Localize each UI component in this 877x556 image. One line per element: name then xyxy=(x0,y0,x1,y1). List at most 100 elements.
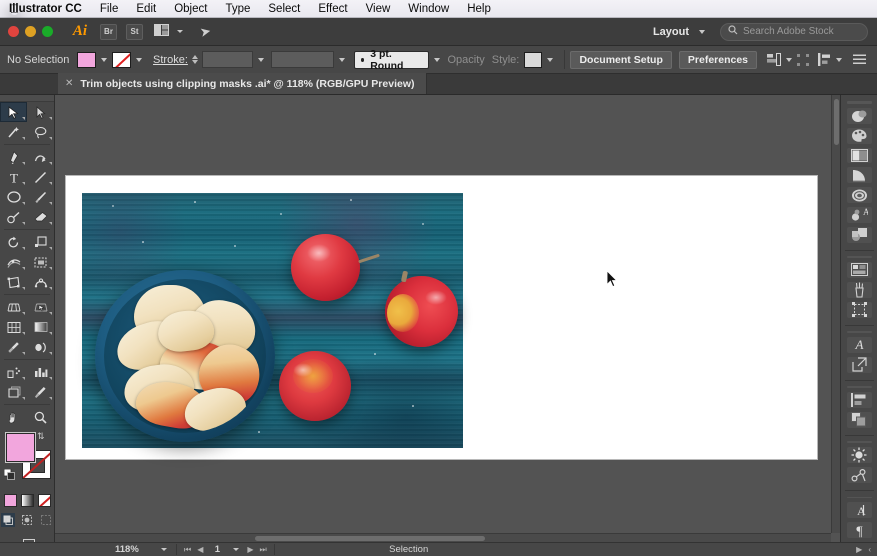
status-menu-icon[interactable]: ▶ xyxy=(853,545,865,554)
artboards-panel-icon[interactable] xyxy=(847,357,872,373)
artboard[interactable] xyxy=(65,175,818,460)
magic-wand-tool[interactable] xyxy=(0,122,27,142)
chevron-down-icon[interactable] xyxy=(136,58,142,62)
chevron-down-icon[interactable] xyxy=(547,58,553,62)
zoom-tool[interactable] xyxy=(27,407,54,427)
paintbrush-tool[interactable] xyxy=(27,187,54,207)
slice-tool[interactable] xyxy=(27,382,54,402)
mesh-tool[interactable] xyxy=(0,317,27,337)
width-tool[interactable] xyxy=(0,252,27,272)
graphic-style-swatch[interactable] xyxy=(524,52,541,68)
minimize-window-button[interactable] xyxy=(25,26,36,37)
direct-selection-tool[interactable] xyxy=(27,102,54,122)
draw-inside-button[interactable] xyxy=(39,513,53,527)
close-icon[interactable]: ✕ xyxy=(65,78,73,89)
document-canvas[interactable] xyxy=(55,95,840,542)
line-segment-tool[interactable] xyxy=(27,167,54,187)
stroke-color-swatch[interactable] xyxy=(112,52,131,68)
align-objects-icon[interactable] xyxy=(767,53,781,66)
transparency-panel-icon[interactable] xyxy=(847,187,872,203)
pen-tool[interactable] xyxy=(0,147,27,167)
curvature-tool[interactable] xyxy=(27,147,54,167)
gradient-tool[interactable] xyxy=(27,317,54,337)
chevron-down-icon[interactable] xyxy=(339,58,345,62)
close-window-button[interactable] xyxy=(8,26,19,37)
free-transform-tool[interactable] xyxy=(0,272,27,292)
stock-button[interactable]: St xyxy=(126,24,143,40)
menu-item-select[interactable]: Select xyxy=(259,3,309,15)
first-page-icon[interactable]: ⏮ xyxy=(181,545,194,555)
chevron-down-icon[interactable] xyxy=(258,58,264,62)
perspective-selection-tool[interactable] xyxy=(27,297,54,317)
hand-tool[interactable] xyxy=(0,407,27,427)
scale-tool[interactable] xyxy=(27,232,54,252)
color-guide-panel-icon[interactable] xyxy=(847,128,872,144)
dock-group-grip[interactable] xyxy=(847,441,872,443)
apple-icon[interactable]:  xyxy=(10,3,19,15)
menu-item-view[interactable]: View xyxy=(357,3,400,15)
chevron-down-icon[interactable] xyxy=(101,58,107,62)
dock-group-grip[interactable] xyxy=(847,386,872,388)
chevron-down-icon[interactable] xyxy=(161,548,167,551)
transform-icon[interactable] xyxy=(797,54,809,66)
next-page-icon[interactable]: ▶ xyxy=(244,545,256,554)
lasso-tool[interactable] xyxy=(27,122,54,142)
horizontal-scroll-thumb[interactable] xyxy=(255,536,485,541)
symbol-sprayer-tool[interactable] xyxy=(0,362,27,382)
shaper-tool[interactable] xyxy=(0,207,27,227)
menu-item-file[interactable]: File xyxy=(91,3,128,15)
swap-fill-stroke-icon[interactable]: ⇅ xyxy=(37,431,45,442)
menu-item-help[interactable]: Help xyxy=(458,3,500,15)
menu-item-window[interactable]: Window xyxy=(399,3,458,15)
color-mode-button[interactable] xyxy=(4,494,17,507)
page-number-value[interactable]: 1 xyxy=(206,544,228,555)
stroke-weight-stepper[interactable] xyxy=(192,55,198,64)
brushes-panel-icon[interactable] xyxy=(847,282,872,298)
fill-indicator[interactable] xyxy=(6,433,35,462)
libraries-panel-icon[interactable] xyxy=(847,467,872,483)
maximize-window-button[interactable] xyxy=(42,26,53,37)
paragraph-panel-icon[interactable]: ¶ xyxy=(847,522,872,538)
column-graph-tool[interactable] xyxy=(27,362,54,382)
menu-item-object[interactable]: Object xyxy=(165,3,216,15)
stroke-panel-icon[interactable] xyxy=(847,167,872,183)
graphic-styles-panel-icon[interactable] xyxy=(847,227,872,243)
search-adobe-stock-field[interactable]: Search Adobe Stock xyxy=(720,23,868,41)
artboard-tool[interactable] xyxy=(0,382,27,402)
dock-group-grip[interactable] xyxy=(847,497,872,499)
panel-options-icon[interactable] xyxy=(853,54,866,65)
eyedropper-tool[interactable] xyxy=(0,337,27,357)
apples-photograph[interactable] xyxy=(82,193,463,448)
vertical-scroll-thumb[interactable] xyxy=(834,99,839,145)
dock-group-grip[interactable] xyxy=(847,331,872,333)
menu-item-effect[interactable]: Effect xyxy=(309,3,356,15)
pathfinder-panel-icon[interactable] xyxy=(847,412,872,428)
arrange-icon[interactable] xyxy=(818,53,831,66)
type-panel-icon[interactable]: A xyxy=(847,502,872,518)
dock-grip[interactable] xyxy=(847,101,872,104)
transform-panel-icon[interactable] xyxy=(847,447,872,463)
stroke-profile-dropdown[interactable] xyxy=(271,51,333,68)
puppet-warp-tool[interactable] xyxy=(27,272,54,292)
chevron-down-icon[interactable] xyxy=(836,58,842,62)
stroke-weight-input[interactable] xyxy=(202,51,254,68)
document-setup-button[interactable]: Document Setup xyxy=(570,51,671,69)
none-mode-button[interactable] xyxy=(38,494,51,507)
menu-item-edit[interactable]: Edit xyxy=(127,3,165,15)
behance-rocket-icon[interactable]: ➤ xyxy=(198,23,212,41)
stroke-weight-label[interactable]: Stroke: xyxy=(153,54,188,66)
bridge-button[interactable]: Br xyxy=(100,24,117,40)
draw-behind-button[interactable] xyxy=(20,513,34,527)
swatches-panel-icon[interactable] xyxy=(847,148,872,164)
shape-builder-tool[interactable] xyxy=(27,252,54,272)
chevron-down-icon[interactable] xyxy=(786,58,792,62)
gradient-mode-button[interactable] xyxy=(21,494,34,507)
rotate-tool[interactable] xyxy=(0,232,27,252)
arrange-documents-button[interactable] xyxy=(154,24,188,39)
tools-panel-grip[interactable] xyxy=(0,95,54,102)
appearance-panel-icon[interactable]: A xyxy=(847,207,872,223)
zoom-level-value[interactable]: 118% xyxy=(110,544,156,555)
align-panel-icon[interactable] xyxy=(847,392,872,408)
menu-item-type[interactable]: Type xyxy=(216,3,259,15)
selection-tool[interactable] xyxy=(0,102,27,122)
